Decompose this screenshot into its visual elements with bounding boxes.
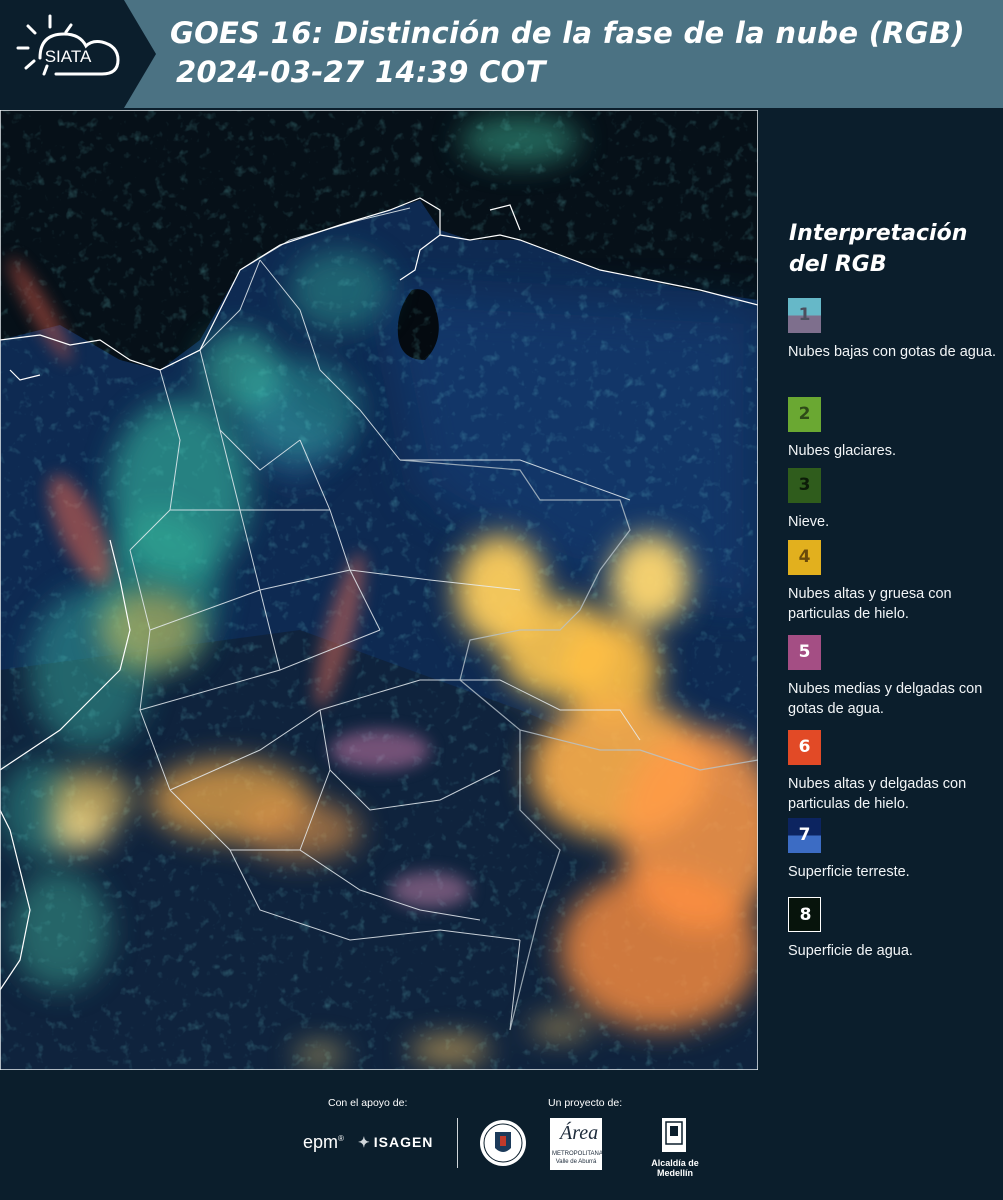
legend-swatch: 1 — [788, 298, 821, 333]
legend-item: 5 Nubes medias y delgadas con gotas de ag… — [788, 635, 1003, 719]
legend-number: 1 — [798, 305, 811, 325]
legend-item: 2 Nubes glaciares. — [788, 397, 1003, 461]
siata-logo[interactable]: SIATA — [0, 0, 156, 108]
isagen-icon: ✦ — [358, 1134, 371, 1150]
legend-swatch: 4 — [788, 540, 821, 575]
legend-swatch: 6 — [788, 730, 821, 765]
legend-label: Nieve. — [788, 514, 830, 530]
legend-item: 1 Nubes bajas con gotas de agua. — [788, 298, 1003, 362]
legend-panel: Interpretación del RGB 1 Nubes bajas con … — [760, 110, 1003, 1070]
legend-title: Interpretación del RGB — [789, 221, 968, 277]
seal-logo[interactable] — [478, 1118, 528, 1168]
page-title: GOES 16: Distinción de la fase de la nub… — [170, 16, 965, 50]
legend-item: 6 Nubes altas y delgadas con particulas d… — [788, 730, 1003, 814]
legend-label: Nubes altas y delgadas con particulas de… — [788, 776, 967, 812]
rgb-composite-image — [0, 110, 758, 1070]
satellite-map[interactable] — [0, 110, 758, 1070]
isagen-logo[interactable]: ✦ ISAGEN — [358, 1134, 433, 1151]
logo-text: SIATA — [45, 47, 92, 66]
timestamp: 2024-03-27 14:39 COT — [176, 55, 546, 89]
area-name: Área — [560, 1122, 599, 1144]
legend-number: 3 — [798, 475, 811, 495]
legend-swatch: 3 — [788, 468, 821, 503]
legend-number: 4 — [798, 547, 811, 567]
alcaldia-text: Alcaldía de Medellín — [651, 1158, 699, 1178]
legend-swatch: 8 — [788, 897, 821, 932]
legend-item: 8 Superficie de agua. — [788, 897, 1003, 961]
legend-swatch: 5 — [788, 635, 821, 670]
legend-item: 7 Superficie terreste. — [788, 818, 1003, 882]
legend-item: 4 Nubes altas y gruesa con particulas de … — [788, 540, 1003, 624]
footer: Con el apoyo de: Un proyecto de: epm® ✦ I… — [0, 1070, 1003, 1200]
header-bar: SIATA GOES 16: Distinción de la fase de … — [0, 0, 1003, 108]
legend-label: Superficie terreste. — [788, 864, 910, 880]
legend-label: Superficie de agua. — [788, 943, 913, 959]
legend-swatch: 2 — [788, 397, 821, 432]
legend-label: Nubes glaciares. — [788, 443, 896, 459]
legend-number: 8 — [799, 905, 812, 925]
area-metropolitana-logo[interactable]: Área METROPOLITANA Valle de Aburrá — [550, 1118, 603, 1170]
legend-label: Nubes bajas con gotas de agua. — [788, 344, 996, 360]
isagen-text: ISAGEN — [373, 1134, 434, 1150]
legend-swatch: 7 — [788, 818, 821, 853]
project-label: Un proyecto de: — [548, 1097, 623, 1109]
legend-item: 3 Nieve. — [788, 468, 1003, 532]
area-sub1: METROPOLITANA — [552, 1151, 603, 1157]
legend-number: 5 — [798, 642, 811, 662]
footer-divider — [457, 1118, 458, 1168]
area-sub2: Valle de Aburrá — [555, 1159, 597, 1165]
alcaldia-logo[interactable]: Alcaldía de Medellín — [635, 1116, 715, 1178]
legend-label: Nubes altas y gruesa con particulas de h… — [788, 586, 952, 622]
legend-number: 2 — [798, 404, 811, 424]
legend-label: Nubes medias y delgadas con gotas de agu… — [788, 681, 983, 717]
legend-number: 7 — [798, 825, 811, 845]
epm-logo[interactable]: epm® — [303, 1132, 344, 1153]
legend-number: 6 — [798, 737, 811, 757]
coat-of-arms-icon — [662, 1118, 686, 1152]
epm-text: epm — [303, 1132, 339, 1152]
support-label: Con el apoyo de: — [328, 1097, 408, 1109]
